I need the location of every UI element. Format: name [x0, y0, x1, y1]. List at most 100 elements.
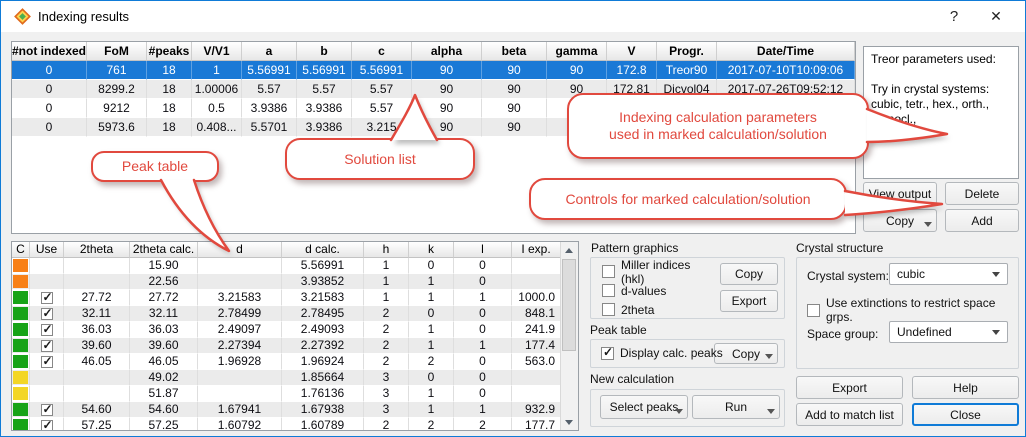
solution-column-header[interactable]: c [352, 42, 412, 61]
callout-controls: Controls for marked calculation/solution [529, 178, 847, 220]
pattern-option-checkbox[interactable] [602, 284, 615, 297]
solution-column-header[interactable]: gamma [547, 42, 607, 61]
dropdown-arrow-icon[interactable] [767, 409, 775, 414]
view-output-button[interactable]: View output [863, 182, 937, 205]
crystal-system-dropdown[interactable]: cubic [889, 263, 1008, 285]
peak-cell: 22.56 [130, 274, 198, 290]
pattern-option-checkbox[interactable] [602, 265, 615, 278]
peak-cell: 2 [409, 418, 454, 430]
peak-cell: 3 [364, 386, 409, 402]
indexing-results-dialog: Indexing results ? ✕ #not indexedFoM#pea… [0, 0, 1026, 437]
solution-column-header[interactable]: #not indexed [12, 42, 87, 61]
solution-column-header[interactable]: Date/Time [717, 42, 855, 61]
peak-cell: 36.03 [130, 322, 198, 338]
help-button[interactable]: Help [912, 376, 1019, 399]
pattern-option-label[interactable]: d-values [621, 284, 666, 298]
peak-column-header[interactable]: 2theta calc. [130, 242, 198, 258]
peak-row[interactable]: 36.0336.032.490972.49093210241.9 [12, 322, 561, 338]
use-extinctions-checkbox[interactable] [807, 304, 820, 317]
add-to-match-list-button[interactable]: Add to match list [796, 403, 903, 426]
peak-cell [198, 274, 282, 290]
use-peak-checkbox[interactable] [41, 340, 53, 352]
use-peak-checkbox[interactable] [41, 292, 53, 304]
dropdown-arrow-icon[interactable] [765, 354, 773, 359]
peak-cell: 54.60 [64, 402, 130, 418]
peak-row[interactable]: 54.6054.601.679411.67938311932.9 [12, 402, 561, 418]
use-peak-checkbox[interactable] [41, 404, 53, 416]
display-calc-peaks-label[interactable]: Display calc. peaks [620, 346, 723, 360]
new-calculation-title: New calculation [590, 372, 674, 386]
peak-column-header[interactable]: Use [30, 242, 64, 258]
solution-row[interactable]: 07611815.569915.569915.56991909090172.8T… [12, 61, 855, 80]
use-peak-checkbox[interactable] [41, 308, 53, 320]
delete-button[interactable]: Delete [945, 182, 1019, 205]
help-titlebar-button[interactable]: ? [935, 1, 973, 32]
use-cell [30, 338, 64, 354]
pattern-export-button[interactable]: Export [720, 290, 778, 312]
peak-row[interactable]: 39.6039.602.273942.27392211177.4 [12, 338, 561, 354]
scrollbar-down-button[interactable] [561, 414, 577, 430]
add-button[interactable]: Add [945, 209, 1019, 232]
window-close-button[interactable]: ✕ [977, 1, 1015, 32]
peak-cell [198, 258, 282, 274]
solution-column-header[interactable]: V [607, 42, 657, 61]
dropdown-arrow-icon[interactable] [675, 409, 683, 414]
close-button[interactable]: Close [912, 403, 1019, 426]
peak-table-body: 15.905.5699110022.563.9385211027.7227.72… [12, 258, 561, 430]
peak-table-scrollbar[interactable] [560, 242, 578, 430]
peak-cell: 2 [364, 322, 409, 338]
peak-column-header[interactable]: C [12, 242, 30, 258]
select-peaks-button[interactable]: Select peaks [600, 395, 688, 419]
peak-row[interactable]: 49.021.85664300 [12, 370, 561, 386]
peak-row[interactable]: 51.871.76136310 [12, 386, 561, 402]
use-cell [30, 402, 64, 418]
solution-column-header[interactable]: a [242, 42, 297, 61]
peak-row[interactable]: 46.0546.051.969281.96924220563.0 [12, 354, 561, 370]
peak-column-header[interactable]: I exp. [512, 242, 561, 258]
solution-column-header[interactable]: b [297, 42, 352, 61]
pattern-option-label[interactable]: Miller indices (hkl) [621, 258, 717, 286]
scrollbar-thumb[interactable] [562, 259, 576, 351]
use-peak-checkbox[interactable] [41, 420, 53, 431]
solution-column-header[interactable]: Progr. [657, 42, 717, 61]
peak-cell [512, 274, 561, 290]
peak-column-header[interactable]: h [364, 242, 409, 258]
solution-cell: 8299.2 [87, 80, 147, 99]
peak-row[interactable]: 27.7227.723.215833.215831111000.0 [12, 290, 561, 306]
peak-column-header[interactable]: d calc. [282, 242, 364, 258]
peak-cell: 57.25 [130, 418, 198, 430]
solution-column-header[interactable]: #peaks [147, 42, 192, 61]
solution-column-header[interactable]: alpha [412, 42, 482, 61]
solution-column-header[interactable]: beta [482, 42, 547, 61]
scrollbar-up-button[interactable] [561, 242, 577, 258]
pattern-option-label[interactable]: 2theta [621, 303, 654, 317]
peak-cell: 32.11 [64, 306, 130, 322]
space-group-dropdown[interactable]: Undefined [889, 321, 1008, 343]
solution-cell: 0 [12, 99, 87, 118]
peak-column-header[interactable]: d [198, 242, 282, 258]
peak-row[interactable]: 32.1132.112.784992.78495200848.1 [12, 306, 561, 322]
copy-solution-button[interactable]: Copy [863, 209, 937, 232]
dropdown-arrow-icon[interactable] [924, 222, 932, 227]
peak-column-header[interactable]: 2theta [64, 242, 130, 258]
use-extinctions-label[interactable]: Use extinctions to restrict space grps. [826, 296, 1025, 324]
peak-row[interactable]: 57.2557.251.607921.60789222177.7 [12, 418, 561, 430]
peak-row[interactable]: 22.563.93852110 [12, 274, 561, 290]
solution-column-header[interactable]: FoM [87, 42, 147, 61]
use-peak-checkbox[interactable] [41, 356, 53, 368]
peak-cell: 848.1 [512, 306, 561, 322]
peak-column-header[interactable]: l [454, 242, 512, 258]
peak-copy-button[interactable]: Copy [714, 343, 778, 364]
pattern-option-checkbox[interactable] [602, 303, 615, 316]
display-calc-peaks-checkbox[interactable] [601, 347, 614, 360]
solution-cell: 0 [12, 61, 87, 80]
export-button[interactable]: Export [796, 376, 903, 399]
peak-column-header[interactable]: k [409, 242, 454, 258]
use-peak-checkbox[interactable] [41, 324, 53, 336]
pattern-copy-button[interactable]: Copy [720, 263, 778, 285]
peak-row[interactable]: 15.905.56991100 [12, 258, 561, 274]
run-button[interactable]: Run [692, 395, 780, 419]
status-color-cell [12, 370, 30, 386]
use-cell [30, 306, 64, 322]
solution-column-header[interactable]: V/V1 [192, 42, 242, 61]
